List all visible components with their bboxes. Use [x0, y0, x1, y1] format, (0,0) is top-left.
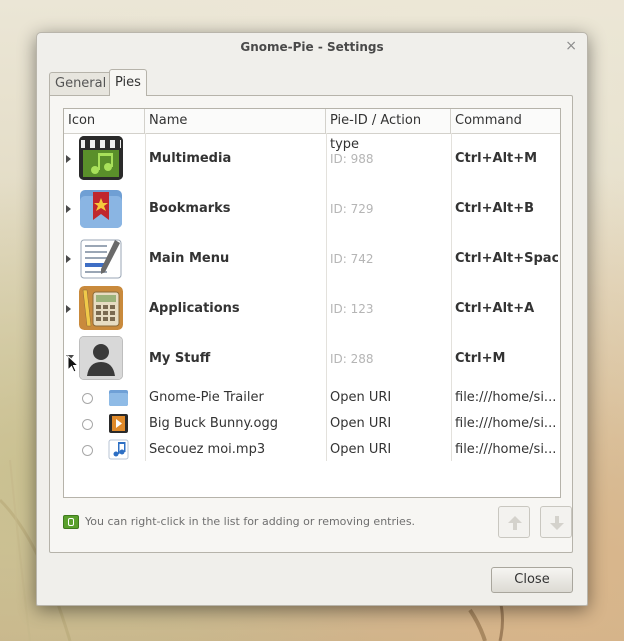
pie-id: ID: 123 — [330, 302, 374, 316]
pies-tab-panel: Icon Name Pie-ID / Action type Command M… — [49, 95, 573, 553]
column-header-command[interactable]: Command — [451, 109, 560, 133]
tab-general[interactable]: General — [49, 72, 113, 95]
column-header-name[interactable]: Name — [145, 109, 326, 133]
tree-header: Icon Name Pie-ID / Action type Command — [64, 109, 560, 152]
slice-command: file:///home/si... — [455, 442, 557, 457]
column-header-pie-id[interactable]: Pie-ID / Action type — [326, 109, 451, 152]
pie-hotkey: Ctrl+Alt+Space — [455, 251, 558, 266]
slice-command: file:///home/si... — [455, 416, 557, 431]
window-title: Gnome-Pie - Settings — [240, 40, 384, 54]
slice-radio[interactable] — [82, 393, 93, 404]
expander-arrow-icon[interactable] — [66, 255, 71, 263]
applications-calculator-icon — [79, 286, 123, 330]
pie-name: My Stuff — [149, 351, 211, 366]
pie-hotkey: Ctrl+M — [455, 351, 506, 366]
expander-arrow-icon[interactable] — [66, 305, 71, 313]
slice-action-type: Open URI — [330, 390, 392, 405]
slice-row-gnome-pie-trailer[interactable]: Gnome-Pie Trailer Open URI file:///home/… — [64, 385, 560, 411]
expander-arrow-icon[interactable] — [66, 205, 71, 213]
audio-icon — [108, 439, 129, 460]
slice-name: Secouez moi.mp3 — [149, 442, 266, 457]
pie-row-bookmarks[interactable]: Bookmarks ID: 729 Ctrl+Alt+B — [64, 184, 560, 234]
pies-tree-view[interactable]: Icon Name Pie-ID / Action type Command M… — [63, 108, 561, 498]
pie-id: ID: 288 — [330, 352, 374, 366]
folder-icon — [108, 387, 129, 408]
pie-row-my-stuff[interactable]: My Stuff ID: 288 Ctrl+M — [64, 334, 560, 384]
move-up-button[interactable] — [498, 506, 530, 538]
multimedia-clapper-icon — [79, 136, 123, 180]
pie-name: Bookmarks — [149, 201, 231, 216]
mouse-cursor-icon — [67, 355, 79, 373]
slice-radio[interactable] — [82, 419, 93, 430]
pie-hotkey: Ctrl+Alt+A — [455, 301, 535, 316]
pie-name: Multimedia — [149, 151, 232, 166]
video-icon — [108, 413, 129, 434]
slice-name: Gnome-Pie Trailer — [149, 390, 264, 405]
slice-row-secouez-moi[interactable]: Secouez moi.mp3 Open URI file:///home/si… — [64, 437, 560, 463]
column-header-icon[interactable]: Icon — [64, 109, 145, 133]
pie-id: ID: 729 — [330, 202, 374, 216]
move-down-arrow-icon — [550, 516, 564, 530]
pie-id: ID: 988 — [330, 152, 374, 166]
pie-hotkey: Ctrl+Alt+M — [455, 151, 538, 166]
move-up-arrow-icon — [508, 516, 522, 530]
main-menu-notepad-icon — [79, 236, 123, 280]
slice-action-type: Open URI — [330, 442, 392, 457]
bookmarks-folder-icon — [79, 186, 123, 230]
slice-name: Big Buck Bunny.ogg — [149, 416, 278, 431]
pie-row-multimedia[interactable]: Multimedia ID: 988 Ctrl+Alt+M — [64, 134, 560, 184]
pie-name: Main Menu — [149, 251, 230, 266]
tab-pies[interactable]: Pies — [109, 69, 147, 96]
window-close-icon[interactable]: × — [565, 33, 577, 59]
pie-row-applications[interactable]: Applications ID: 123 Ctrl+Alt+A — [64, 284, 560, 334]
close-button[interactable]: Close — [491, 567, 573, 593]
slice-action-type: Open URI — [330, 416, 392, 431]
settings-window: Gnome-Pie - Settings × General Pies Icon… — [36, 32, 588, 606]
pie-row-main-menu[interactable]: Main Menu ID: 742 Ctrl+Alt+Space — [64, 234, 560, 284]
pie-id: ID: 742 — [330, 252, 374, 266]
slice-row-big-buck-bunny[interactable]: Big Buck Bunny.ogg Open URI file:///home… — [64, 411, 560, 437]
slice-command: file:///home/si... — [455, 390, 557, 405]
pie-hotkey: Ctrl+Alt+B — [455, 201, 535, 216]
info-icon — [63, 515, 79, 529]
my-stuff-user-icon — [79, 336, 123, 380]
move-down-button[interactable] — [540, 506, 572, 538]
hint-text: You can right-click in the list for addi… — [85, 515, 416, 528]
expander-arrow-icon[interactable] — [66, 155, 71, 163]
slice-radio[interactable] — [82, 445, 93, 456]
pie-name: Applications — [149, 301, 240, 316]
